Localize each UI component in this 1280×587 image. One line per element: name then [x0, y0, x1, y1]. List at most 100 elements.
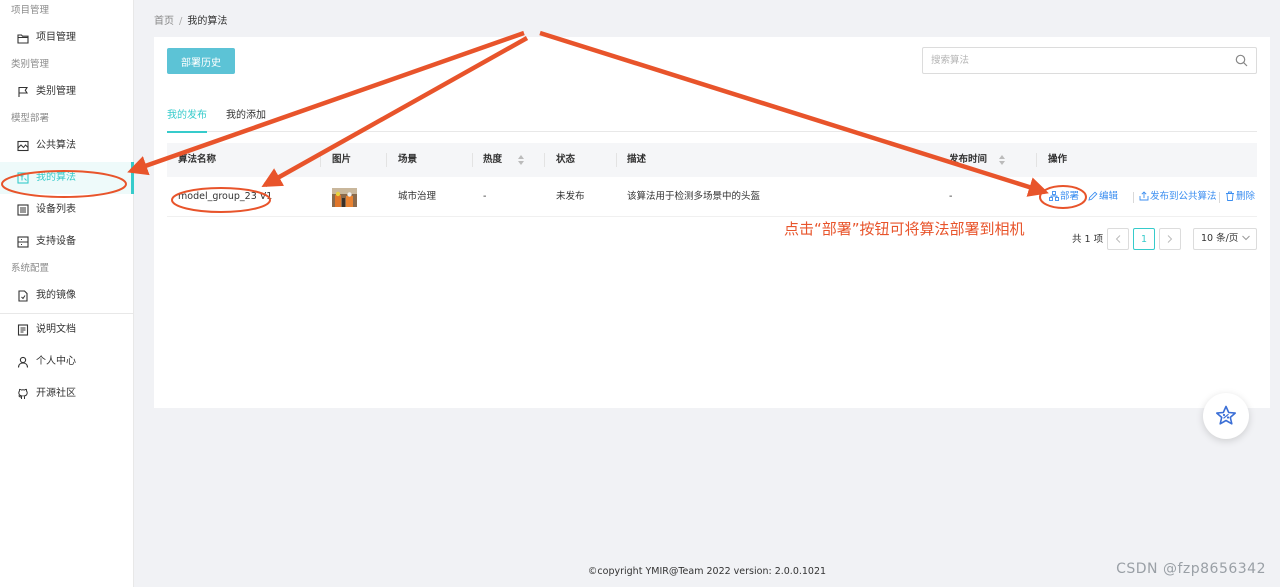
flag-icon [17, 86, 29, 98]
column-divider [544, 153, 545, 167]
folder-icon [17, 32, 29, 44]
action-divider [1219, 192, 1220, 203]
search-icon[interactable] [1235, 54, 1248, 70]
tab-my-published[interactable]: 我的发布 [167, 107, 207, 133]
sidebar-item-device-list[interactable]: 设备列表 [0, 194, 133, 226]
sidebar-group-project: 项目管理 [11, 5, 50, 16]
sidebar-item-label: 我的算法 [36, 172, 76, 183]
image-icon [17, 140, 29, 152]
sidebar-item-docs[interactable]: 说明文档 [0, 314, 133, 346]
pagination-prev-button[interactable] [1107, 228, 1129, 250]
breadcrumb-current: 我的算法 [187, 16, 228, 27]
chevron-down-icon [1242, 235, 1250, 241]
column-header-publish-time-label: 发布时间 [949, 154, 988, 165]
publish-public-button[interactable]: 发布到公共算法 [1139, 177, 1217, 217]
sort-icon[interactable] [518, 154, 525, 165]
column-divider [386, 153, 387, 167]
sidebar-group-category: 类别管理 [11, 59, 50, 70]
tab-my-added[interactable]: 我的添加 [226, 107, 266, 132]
delete-button[interactable]: 删除 [1225, 177, 1255, 217]
action-divider [1133, 192, 1134, 203]
edit-label: 编辑 [1099, 191, 1119, 202]
algorithm-description: 该算法用于检测多场景中的头盔 [627, 191, 761, 202]
breadcrumb-home[interactable]: 首页 [154, 16, 174, 27]
sidebar-item-project-management[interactable]: 项目管理 [0, 22, 133, 54]
search-input[interactable] [923, 48, 1213, 73]
column-header-publish-time[interactable]: 发布时间 [949, 143, 1006, 177]
sidebar-item-label: 类别管理 [36, 86, 76, 97]
page-size-value: 10 条/页 [1201, 233, 1239, 244]
mirror-file-icon [17, 290, 29, 302]
sidebar-item-profile[interactable]: 个人中心 [0, 346, 133, 378]
column-divider [616, 153, 617, 167]
sidebar-item-label: 个人中心 [36, 356, 76, 367]
sidebar-item-label: 我的镜像 [36, 290, 76, 301]
sparkle-star-icon [1216, 405, 1236, 425]
support-device-icon [17, 236, 29, 248]
sidebar-item-my-mirror[interactable]: 我的镜像 [0, 280, 133, 312]
sidebar-item-label: 说明文档 [36, 324, 76, 335]
user-icon [17, 356, 29, 368]
column-header-status: 状态 [556, 154, 576, 165]
algorithm-scene: 城市治理 [398, 191, 437, 202]
column-divider [472, 153, 473, 167]
edit-icon [1088, 191, 1098, 201]
pagination-page-button[interactable]: 1 [1133, 228, 1155, 250]
chevron-left-icon [1115, 235, 1121, 243]
publish-icon [1139, 191, 1149, 201]
algorithm-name[interactable]: model_group_23 V1 [178, 177, 272, 217]
breadcrumb-separator: / [179, 16, 183, 27]
algorithm-thumbnail[interactable] [332, 188, 357, 207]
tab-bar: 我的发布 我的添加 [167, 107, 1257, 133]
deploy-history-button[interactable]: 部署历史 [167, 48, 235, 74]
sidebar-item-label: 项目管理 [36, 32, 76, 43]
sidebar-item-category-management[interactable]: 类别管理 [0, 76, 133, 108]
pagination-total: 共 1 项 [1072, 234, 1104, 245]
sidebar-group-system: 系统配置 [11, 263, 50, 274]
sidebar-item-label: 公共算法 [36, 140, 76, 151]
column-header-name: 算法名称 [178, 154, 217, 165]
algorithm-publish-time: - [949, 191, 953, 202]
column-header-scene: 场景 [398, 154, 418, 165]
sidebar-item-public-algorithm[interactable]: 公共算法 [0, 130, 133, 162]
column-header-heat-label: 热度 [483, 154, 503, 165]
chevron-right-icon [1167, 235, 1173, 243]
github-icon [17, 388, 29, 400]
publish-public-label: 发布到公共算法 [1150, 191, 1217, 202]
sidebar-item-supported-devices[interactable]: 支持设备 [0, 226, 133, 258]
breadcrumb: 首页 / 我的算法 [154, 12, 227, 27]
sidebar-group-deploy: 模型部署 [11, 113, 50, 124]
column-header-description: 描述 [627, 154, 647, 165]
deploy-button[interactable]: 部署 [1049, 177, 1079, 217]
column-header-actions: 操作 [1048, 154, 1068, 165]
column-header-image: 图片 [332, 154, 352, 165]
device-list-icon [17, 204, 29, 216]
annotation-note: 点击“部署”按钮可将算法部署到相机 [784, 220, 1025, 238]
deploy-icon [1049, 191, 1059, 201]
delete-label: 删除 [1236, 191, 1256, 202]
table-header: 算法名称 图片 场景 热度 状态 描述 发布时间 操作 [167, 143, 1257, 177]
algorithm-heat: - [483, 191, 487, 202]
footer-copyright: ©copyright YMIR@Team 2022 version: 2.0.0… [587, 566, 827, 577]
edit-button[interactable]: 编辑 [1088, 177, 1118, 217]
column-divider [320, 153, 321, 167]
algorithm-status: 未发布 [556, 191, 585, 202]
my-algorithm-icon [17, 172, 29, 184]
column-header-heat[interactable]: 热度 [483, 143, 525, 177]
pagination-next-button[interactable] [1159, 228, 1181, 250]
sidebar-item-label: 设备列表 [36, 204, 76, 215]
watermark: CSDN @fzp8656342 [1116, 561, 1266, 577]
column-divider [1036, 153, 1037, 167]
sidebar: 项目管理 项目管理 类别管理 类别管理 模型部署 公共算法 我的算法 设备列表 [0, 0, 134, 587]
sidebar-item-community[interactable]: 开源社区 [0, 378, 133, 410]
doc-icon [17, 324, 29, 336]
sidebar-item-my-algorithm[interactable]: 我的算法 [0, 162, 134, 194]
delete-icon [1226, 191, 1234, 201]
page-size-select[interactable]: 10 条/页 [1193, 228, 1257, 250]
sort-icon[interactable] [999, 154, 1006, 165]
sidebar-item-label: 支持设备 [36, 236, 76, 247]
search-box [922, 47, 1257, 74]
assistant-float-button[interactable] [1203, 393, 1249, 439]
deploy-label: 部署 [1060, 191, 1080, 202]
algorithm-card: 部署历史 我的发布 我的添加 算法名称 图片 场景 热度 状态 描述 发布时间 … [154, 37, 1270, 408]
